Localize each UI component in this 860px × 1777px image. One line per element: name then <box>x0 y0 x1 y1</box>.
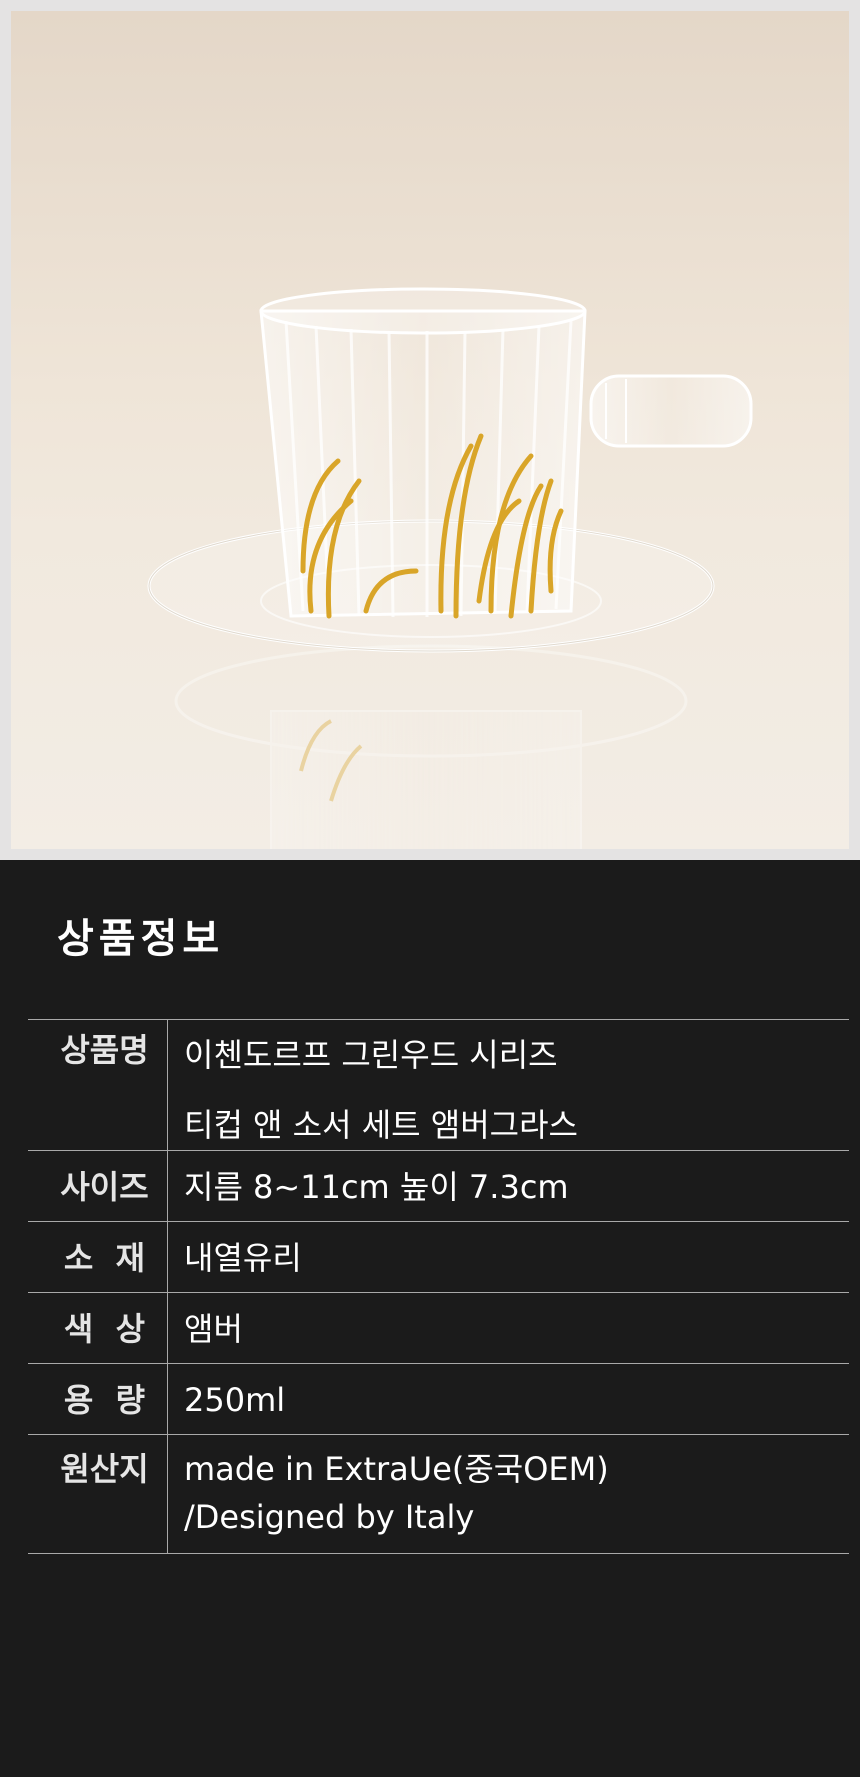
spec-row-size: 사이즈 지름 8~11cm 높이 7.3cm <box>28 1151 849 1222</box>
spec-value-line: 이첸도르프 그린우드 시리즈 <box>184 1036 558 1074</box>
product-info-section: 상품정보 상품명 이첸도르프 그린우드 시리즈 티컵 앤 소서 세트 앰버그라스… <box>0 860 860 1777</box>
spec-value: 이첸도르프 그린우드 시리즈 티컵 앤 소서 세트 앰버그라스 <box>168 1020 849 1150</box>
spec-row-color: 색 상 앰버 <box>28 1293 849 1364</box>
spec-value: made in ExtraUe(중국OEM) /Designed by Ital… <box>168 1435 849 1553</box>
spec-label: 원산지 <box>28 1435 168 1553</box>
spec-row-name: 상품명 이첸도르프 그린우드 시리즈 티컵 앤 소서 세트 앰버그라스 <box>28 1020 849 1151</box>
spec-value-line: made in ExtraUe(중국OEM) <box>184 1450 609 1488</box>
spec-label: 상품명 <box>28 1020 168 1150</box>
spec-row-capacity: 용 량 250ml <box>28 1364 849 1435</box>
spec-value-line: 250ml <box>184 1381 286 1419</box>
product-photo <box>11 11 849 849</box>
spec-value: 지름 8~11cm 높이 7.3cm <box>168 1151 849 1221</box>
section-title: 상품정보 <box>57 916 225 962</box>
spec-value: 앰버 <box>168 1293 849 1363</box>
spec-label: 사이즈 <box>28 1151 168 1221</box>
spec-row-origin: 원산지 made in ExtraUe(중국OEM) /Designed by … <box>28 1435 849 1554</box>
spec-value-line: /Designed by Italy <box>184 1498 475 1536</box>
spec-value-line: 앰버 <box>184 1310 243 1348</box>
spec-value-line: 티컵 앤 소서 세트 앰버그라스 <box>184 1106 578 1144</box>
spec-label: 색 상 <box>28 1293 168 1363</box>
spec-value-line: 내열유리 <box>184 1239 302 1277</box>
spec-value: 내열유리 <box>168 1222 849 1292</box>
spec-label: 소 재 <box>28 1222 168 1292</box>
product-photo-frame <box>0 0 860 860</box>
spec-row-material: 소 재 내열유리 <box>28 1222 849 1293</box>
spec-value-line: 지름 8~11cm 높이 7.3cm <box>184 1168 569 1206</box>
spec-table: 상품명 이첸도르프 그린우드 시리즈 티컵 앤 소서 세트 앰버그라스 사이즈 … <box>28 1019 849 1554</box>
spec-label: 용 량 <box>28 1364 168 1434</box>
glass-teacup-illustration <box>147 287 753 849</box>
spec-value: 250ml <box>168 1364 849 1434</box>
